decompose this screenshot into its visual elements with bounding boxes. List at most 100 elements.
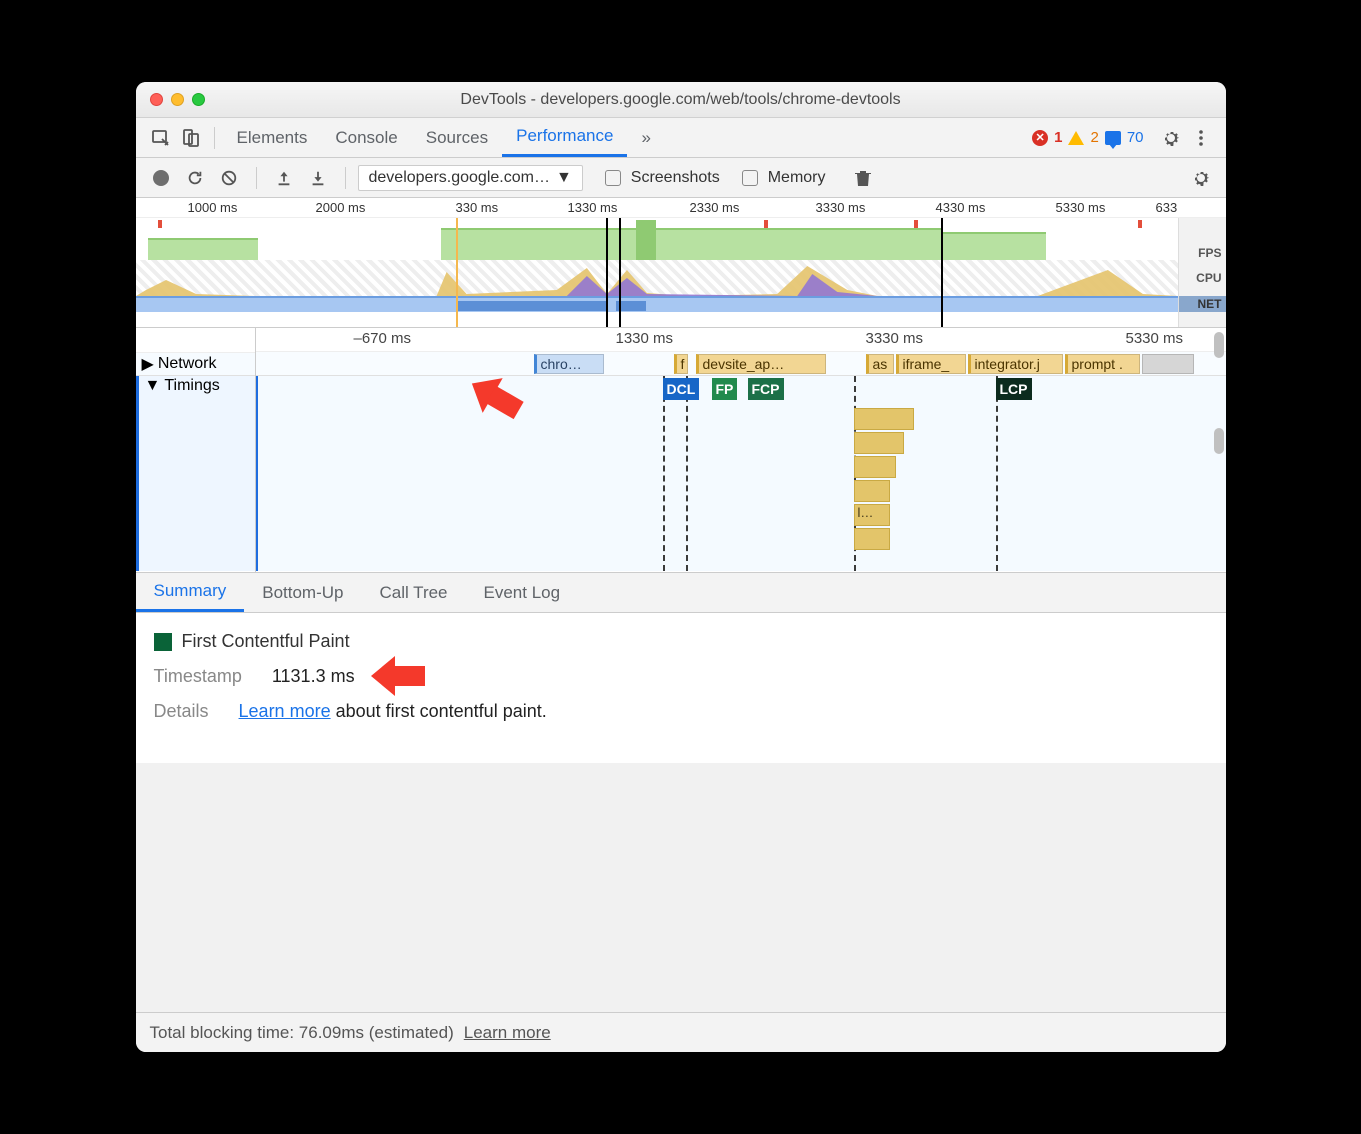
network-request[interactable]: f (674, 354, 688, 374)
screenshots-label: Screenshots (631, 169, 720, 187)
tab-event-log[interactable]: Event Log (466, 573, 579, 612)
long-task-bar[interactable] (854, 432, 904, 454)
load-profile-icon[interactable] (269, 163, 299, 193)
timing-tag-dcl[interactable]: DCL (663, 378, 700, 400)
tab-console[interactable]: Console (321, 118, 411, 157)
screenshots-checkbox[interactable] (605, 170, 621, 186)
memory-checkbox[interactable] (742, 170, 758, 186)
fps-label: FPS (1179, 218, 1226, 260)
details-row: Details Learn more about first contentfu… (154, 701, 1208, 722)
message-count: 70 (1127, 129, 1144, 146)
recording-select-value: developers.google.com… (369, 169, 550, 187)
network-request[interactable]: integrator.j (968, 354, 1063, 374)
summary-panel: First Contentful Paint Timestamp 1131.3 … (136, 613, 1226, 1012)
toggle-device-icon[interactable] (176, 123, 206, 153)
net-lane (136, 296, 1178, 312)
vertical-scrollbar[interactable] (1214, 428, 1224, 454)
ruler-tick: 2330 ms (690, 200, 740, 215)
timestamp-row: Timestamp 1131.3 ms (154, 666, 1208, 687)
close-window-button[interactable] (150, 93, 163, 106)
save-profile-icon[interactable] (303, 163, 333, 193)
vertical-scrollbar[interactable] (1214, 332, 1224, 358)
network-request[interactable]: iframe_ (896, 354, 966, 374)
network-request[interactable]: prompt . (1065, 354, 1140, 374)
timing-line-dcl (663, 376, 665, 571)
network-track-label: Network (158, 355, 217, 373)
network-request[interactable] (1142, 354, 1194, 374)
record-button[interactable] (146, 163, 176, 193)
ruler-tick: 5330 ms (1056, 200, 1106, 215)
ruler-tick: 1330 ms (568, 200, 618, 215)
network-request[interactable]: as (866, 354, 894, 374)
tab-sources[interactable]: Sources (412, 118, 502, 157)
tab-more[interactable]: » (627, 118, 664, 157)
ruler-gutter (136, 328, 255, 352)
window-title: DevTools - developers.google.com/web/too… (136, 91, 1226, 109)
cpu-lane (136, 260, 1178, 296)
long-task-bar[interactable] (854, 456, 896, 478)
overview-selection[interactable] (606, 218, 621, 327)
recording-select[interactable]: developers.google.com… ▼ (358, 165, 583, 191)
details-label: Details (154, 701, 209, 722)
clear-icon[interactable] (214, 163, 244, 193)
long-task-bar[interactable] (854, 480, 890, 502)
window-titlebar: DevTools - developers.google.com/web/too… (136, 82, 1226, 118)
flame-chart-area[interactable]: ▶ Network ▼ Timings –670 ms 1330 ms 3330… (136, 328, 1226, 573)
kebab-menu-icon[interactable] (1186, 123, 1216, 153)
main-ruler: –670 ms 1330 ms 3330 ms 5330 ms (256, 328, 1226, 352)
network-request[interactable]: chro… (534, 354, 604, 374)
ruler-tick: –670 ms (354, 330, 412, 347)
ruler-tick: 3330 ms (816, 200, 866, 215)
error-count: 1 (1054, 129, 1062, 146)
console-status-badges[interactable]: ✕ 1 2 70 (1032, 129, 1143, 146)
summary-title-row: First Contentful Paint (154, 631, 1208, 652)
net-label: NET (1179, 296, 1226, 312)
overview-marker (456, 218, 458, 327)
timings-track-label: Timings (164, 377, 219, 395)
summary-empty-area (136, 763, 1226, 1012)
timestamp-label: Timestamp (154, 666, 242, 687)
inspect-element-icon[interactable] (146, 123, 176, 153)
reload-and-record-icon[interactable] (180, 163, 210, 193)
devtools-window: DevTools - developers.google.com/web/too… (136, 82, 1226, 1052)
performance-toolbar: developers.google.com… ▼ Screenshots Mem… (136, 158, 1226, 198)
tab-elements[interactable]: Elements (223, 118, 322, 157)
timing-tag-fp[interactable]: FP (712, 378, 738, 400)
tab-performance[interactable]: Performance (502, 118, 627, 157)
tab-summary[interactable]: Summary (136, 573, 245, 612)
toolbar-divider (256, 167, 257, 189)
panel-tabs: Elements Console Sources Performance » (223, 118, 665, 157)
timings-track-header[interactable]: ▼ Timings (136, 376, 255, 571)
timestamp-value: 1131.3 ms (272, 666, 355, 687)
long-task-bar[interactable] (854, 408, 914, 430)
ruler-tick: 1000 ms (188, 200, 238, 215)
timing-line-lcp (996, 376, 998, 571)
tab-call-tree[interactable]: Call Tree (361, 573, 465, 612)
details-text: about first contentful paint. (331, 701, 547, 721)
garbage-collect-icon[interactable] (848, 163, 878, 193)
error-icon: ✕ (1032, 130, 1048, 146)
minimize-window-button[interactable] (171, 93, 184, 106)
long-task-bar[interactable] (854, 528, 890, 550)
learn-more-link[interactable]: Learn more (239, 701, 331, 721)
overview-timeline[interactable]: 1000 ms 2000 ms 330 ms 1330 ms 2330 ms 3… (136, 198, 1226, 328)
status-bar: Total blocking time: 76.09ms (estimated)… (136, 1012, 1226, 1052)
maximize-window-button[interactable] (192, 93, 205, 106)
network-track: chro… f devsite_ap… as iframe_ integrato… (256, 352, 1226, 376)
network-request[interactable]: devsite_ap… (696, 354, 826, 374)
toolbar-divider (214, 127, 215, 149)
network-track-header[interactable]: ▶ Network (136, 352, 255, 376)
devtools-main-toolbar: Elements Console Sources Performance » ✕… (136, 118, 1226, 158)
tab-bottom-up[interactable]: Bottom-Up (244, 573, 361, 612)
timing-tag-lcp[interactable]: LCP (996, 378, 1032, 400)
ruler-tick: 330 ms (456, 200, 499, 215)
collapse-icon: ▼ (145, 377, 161, 395)
event-title: First Contentful Paint (182, 631, 350, 652)
settings-icon[interactable] (1156, 123, 1186, 153)
long-task-bar[interactable]: l… (854, 504, 890, 526)
timing-tag-fcp[interactable]: FCP (748, 378, 784, 400)
capture-settings-icon[interactable] (1186, 163, 1216, 193)
learn-more-link[interactable]: Learn more (464, 1023, 551, 1043)
overview-cursor[interactable] (941, 218, 943, 327)
overview-body (136, 218, 1178, 327)
